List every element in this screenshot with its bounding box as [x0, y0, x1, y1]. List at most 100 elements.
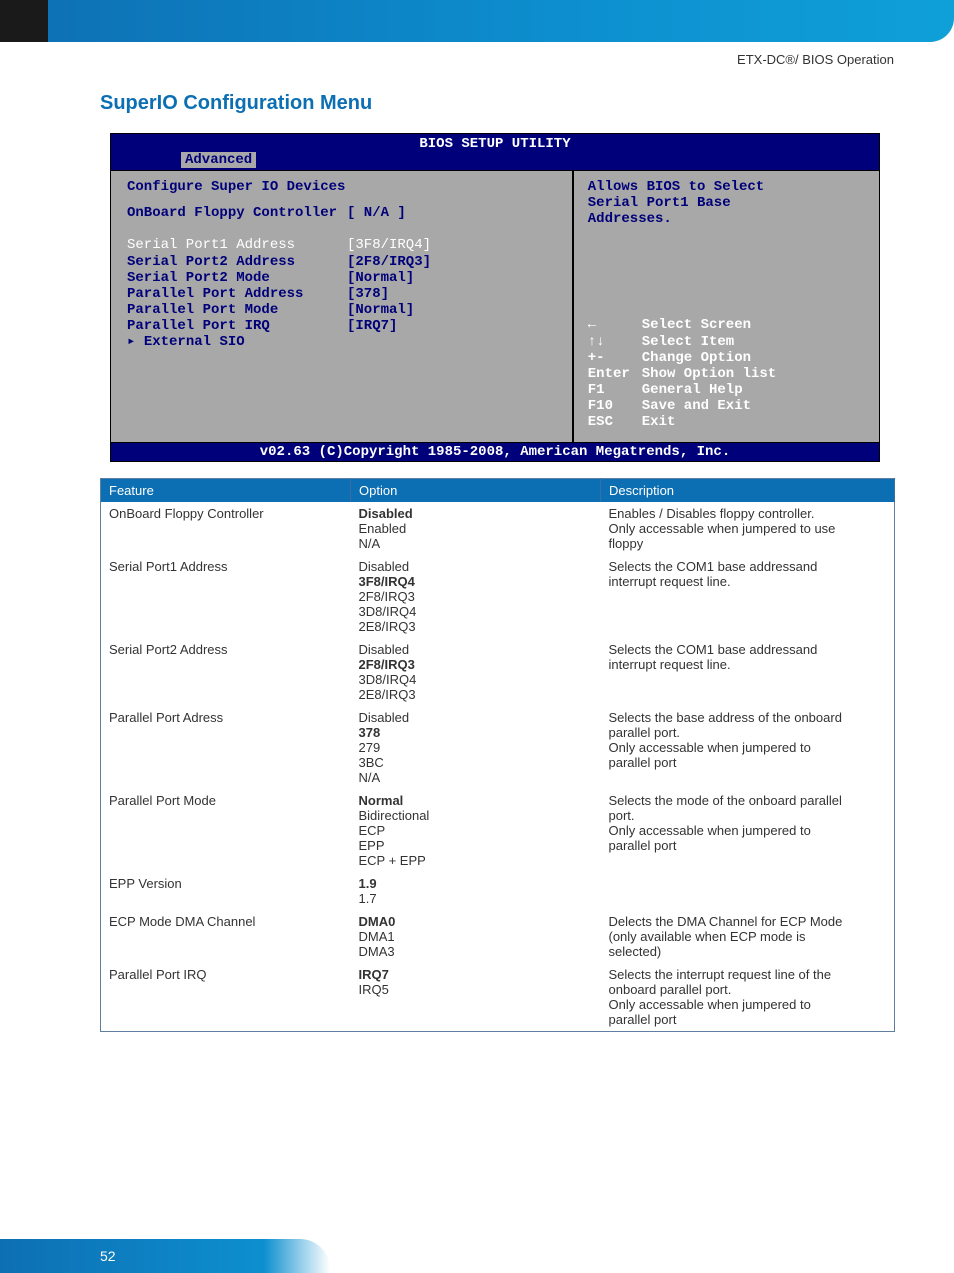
feature-cell — [101, 770, 351, 789]
bios-setting-row[interactable]: Parallel Port Address[378] — [127, 286, 560, 302]
option-cell: DMA3 — [351, 944, 601, 963]
table-row: Parallel Port ModeNormalSelects the mode… — [101, 789, 895, 808]
bios-setting-value: [378] — [347, 286, 389, 302]
description-cell — [601, 872, 895, 891]
feature-cell — [101, 982, 351, 997]
feature-cell — [101, 672, 351, 687]
option-table: Feature Option Description OnBoard Flopp… — [100, 478, 895, 1032]
feature-cell — [101, 604, 351, 619]
bios-nav-key: +- — [588, 350, 642, 366]
option-cell: 3D8/IRQ4 — [351, 672, 601, 687]
option-cell: DMA0 — [351, 910, 601, 929]
bios-left-pane: Configure Super IO Devices OnBoard Flopp… — [111, 171, 572, 442]
feature-cell — [101, 725, 351, 740]
description-cell — [601, 672, 895, 687]
bios-setting-row[interactable]: Serial Port2 Mode[Normal] — [127, 270, 560, 286]
table-row: 378parallel port. — [101, 725, 895, 740]
table-row: DMA1(only available when ECP mode is — [101, 929, 895, 944]
description-cell — [601, 619, 895, 638]
description-cell: port. — [601, 808, 895, 823]
bios-setting-value: [2F8/IRQ3] — [347, 254, 431, 270]
feature-cell — [101, 1012, 351, 1032]
option-cell: 1.7 — [351, 891, 601, 910]
feature-cell: ECP Mode DMA Channel — [101, 910, 351, 929]
bios-nav-row: ESCExit — [588, 414, 867, 430]
description-cell: parallel port — [601, 838, 895, 853]
bios-nav-desc: Save and Exit — [642, 398, 751, 414]
feature-cell: Serial Port2 Address — [101, 638, 351, 657]
bios-tab-advanced[interactable]: Advanced — [181, 152, 256, 168]
table-row: 279Only accessable when jumpered to — [101, 740, 895, 755]
table-row: 2E8/IRQ3 — [101, 687, 895, 706]
feature-cell: Parallel Port Adress — [101, 706, 351, 725]
page-number: 52 — [100, 1248, 116, 1264]
bios-setting-row[interactable]: Parallel Port Mode[Normal] — [127, 302, 560, 318]
option-cell: 2E8/IRQ3 — [351, 687, 601, 706]
option-cell: ECP + EPP — [351, 853, 601, 872]
description-cell: Selects the interrupt request line of th… — [601, 963, 895, 982]
bios-help-pane: Allows BIOS to Select Serial Port1 Base … — [572, 171, 879, 442]
table-row: 2E8/IRQ3 — [101, 619, 895, 638]
option-cell: EPP — [351, 838, 601, 853]
option-cell: N/A — [351, 770, 601, 789]
description-cell: interrupt request line. — [601, 657, 895, 672]
table-row: EPP Version1.9 — [101, 872, 895, 891]
bios-nav-key: ↑↓ — [588, 334, 642, 350]
bios-setting-row[interactable]: Serial Port1 Address[3F8/IRQ4] — [127, 237, 560, 253]
description-cell: interrupt request line. — [601, 574, 895, 589]
table-row: 2F8/IRQ3interrupt request line. — [101, 657, 895, 672]
feature-cell — [101, 808, 351, 823]
feature-cell — [101, 521, 351, 536]
option-cell: 2F8/IRQ3 — [351, 589, 601, 604]
table-row: parallel port — [101, 1012, 895, 1032]
bios-setting-label: Parallel Port IRQ — [127, 318, 347, 334]
table-row: 3D8/IRQ4 — [101, 672, 895, 687]
bios-nav-row: ←Select Screen — [588, 317, 867, 333]
table-row: N/A — [101, 770, 895, 789]
bios-title: BIOS SETUP UTILITY — [111, 134, 879, 152]
bios-setting-label: Parallel Port Address — [127, 286, 347, 302]
bios-tab-bar: Advanced — [111, 152, 879, 170]
feature-cell: Parallel Port IRQ — [101, 963, 351, 982]
description-cell: Selects the mode of the onboard parallel — [601, 789, 895, 808]
description-cell: onboard parallel port. — [601, 982, 895, 997]
table-row: 2F8/IRQ3 — [101, 589, 895, 604]
option-cell: 378 — [351, 725, 601, 740]
table-row: Only accessable when jumpered to — [101, 997, 895, 1012]
bios-setting-value: [Normal] — [347, 302, 414, 318]
bios-nav-desc: Select Screen — [642, 317, 751, 333]
description-cell: Enables / Disables floppy controller. — [601, 502, 895, 521]
option-cell: 2E8/IRQ3 — [351, 619, 601, 638]
description-cell: Delects the DMA Channel for ECP Mode — [601, 910, 895, 929]
option-cell: IRQ7 — [351, 963, 601, 982]
bios-help-line: Allows BIOS to Select — [588, 179, 867, 195]
option-cell: N/A — [351, 536, 601, 555]
bios-setting-row[interactable]: OnBoard Floppy Controller[ N/A ] — [127, 205, 560, 221]
table-row: N/Afloppy — [101, 536, 895, 555]
feature-cell: Serial Port1 Address — [101, 555, 351, 574]
option-cell: IRQ5 — [351, 982, 601, 997]
bios-setting-label: OnBoard Floppy Controller — [127, 205, 347, 221]
description-cell — [601, 687, 895, 706]
description-cell: parallel port — [601, 1012, 895, 1032]
option-cell: DMA1 — [351, 929, 601, 944]
option-cell: Normal — [351, 789, 601, 808]
bios-setting-row[interactable]: ▸ External SIO — [127, 334, 560, 350]
option-cell — [351, 997, 601, 1012]
bios-setting-row[interactable]: Serial Port2 Address[2F8/IRQ3] — [127, 254, 560, 270]
option-cell: 3D8/IRQ4 — [351, 604, 601, 619]
table-row: ECP + EPP — [101, 853, 895, 872]
description-cell — [601, 589, 895, 604]
table-row: OnBoard Floppy ControllerDisabledEnables… — [101, 502, 895, 521]
bios-nav-key: ESC — [588, 414, 642, 430]
bios-screenshot: BIOS SETUP UTILITY Advanced Configure Su… — [110, 133, 880, 462]
feature-cell — [101, 997, 351, 1012]
page-top-band — [0, 0, 954, 42]
description-cell — [601, 891, 895, 910]
bios-setting-row[interactable]: Parallel Port IRQ[IRQ7] — [127, 318, 560, 334]
bios-setting-label: Serial Port1 Address — [127, 237, 347, 253]
description-cell: (only available when ECP mode is — [601, 929, 895, 944]
description-cell — [601, 770, 895, 789]
table-row: ECPOnly accessable when jumpered to — [101, 823, 895, 838]
feature-cell — [101, 687, 351, 706]
